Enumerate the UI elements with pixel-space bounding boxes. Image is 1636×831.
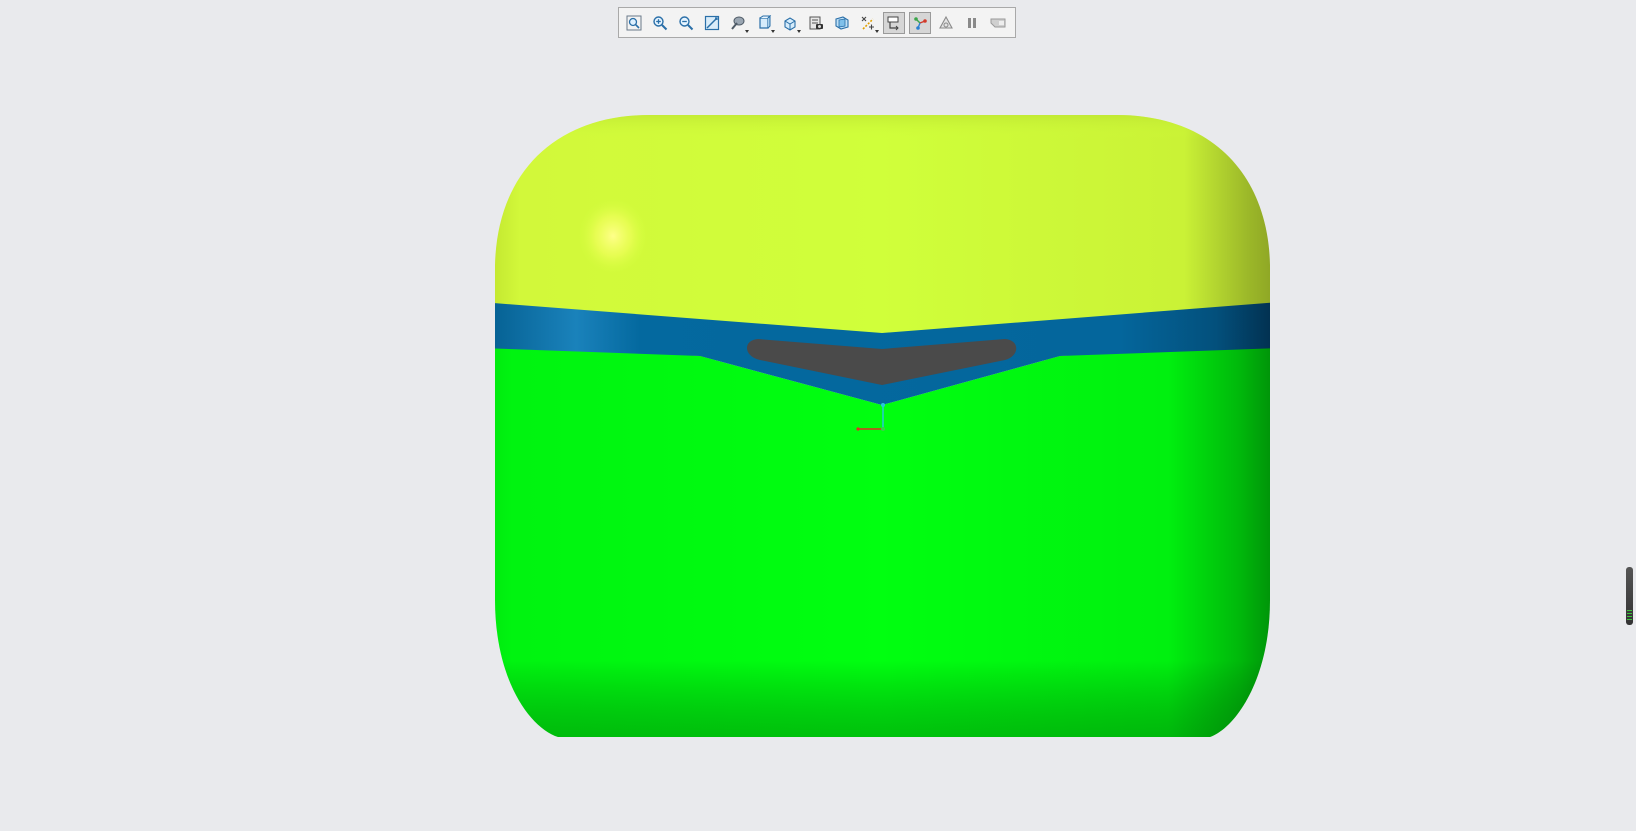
repaint-icon xyxy=(704,15,720,30)
perspective-button[interactable] xyxy=(805,12,827,34)
annotation-display-icon xyxy=(887,16,899,30)
zoom-out-button[interactable] xyxy=(675,12,697,34)
repaint-button[interactable] xyxy=(701,12,723,34)
perspective-icon xyxy=(809,16,823,29)
simulation-button[interactable] xyxy=(935,12,957,34)
display-style-button[interactable] xyxy=(753,12,775,34)
view-toolbar xyxy=(618,7,1016,38)
datum-display-button[interactable] xyxy=(857,12,879,34)
pause-button[interactable] xyxy=(961,12,983,34)
graphics-viewport[interactable] xyxy=(0,0,1636,831)
view-manager-icon xyxy=(731,16,745,30)
zoom-in-button[interactable] xyxy=(649,12,671,34)
section-view-icon xyxy=(835,15,849,30)
filter-button[interactable] xyxy=(987,12,1009,34)
section-view-button[interactable] xyxy=(831,12,853,34)
zoom-scroll-handle[interactable] xyxy=(1626,567,1633,625)
datum-display-icon xyxy=(861,16,874,30)
pause-icon xyxy=(968,17,976,28)
refit-icon xyxy=(626,15,642,30)
zoom-in-icon xyxy=(653,15,668,30)
saved-orientations-button[interactable] xyxy=(779,12,801,34)
view-manager-button[interactable] xyxy=(727,12,749,34)
spin-center-icon xyxy=(914,16,927,30)
refit-button[interactable] xyxy=(623,12,645,34)
annotation-display-button[interactable] xyxy=(883,11,905,34)
zoom-out-icon xyxy=(679,15,694,30)
simulation-icon xyxy=(939,15,953,29)
3d-model-case[interactable] xyxy=(0,0,1636,831)
display-style-icon xyxy=(759,14,772,29)
spin-center-button[interactable] xyxy=(909,11,931,34)
filter-icon xyxy=(990,18,1006,27)
saved-orientations-icon xyxy=(784,16,796,31)
scroll-grip xyxy=(1627,610,1632,622)
